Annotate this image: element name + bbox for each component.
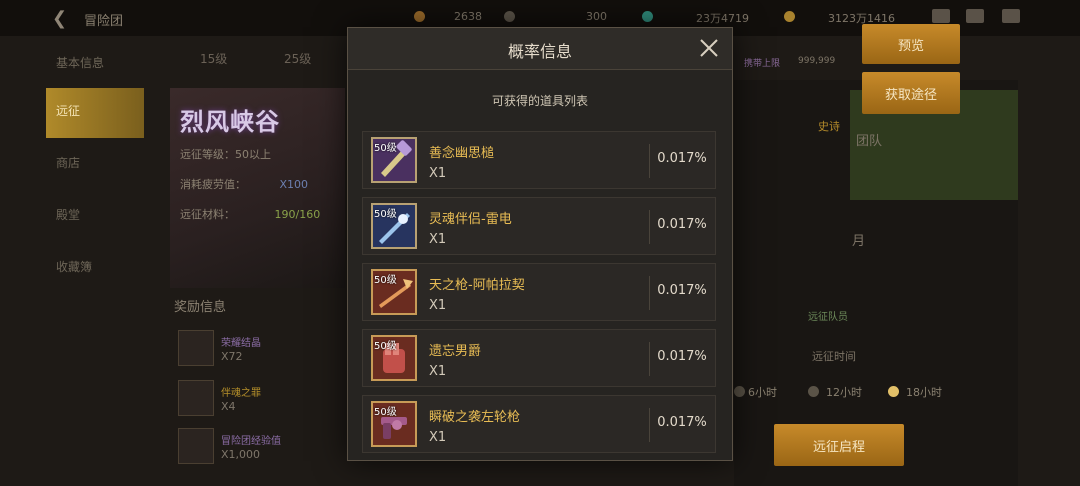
item-rate: 0.017% <box>657 349 707 364</box>
lance-icon: 50级 <box>371 203 417 249</box>
item-quantity: X1 <box>429 364 447 379</box>
obtain-route-button[interactable]: 获取途径 <box>862 72 960 114</box>
time-option-18h: 18小时 <box>906 386 942 399</box>
divider <box>649 210 650 244</box>
cat-icon[interactable] <box>932 9 950 23</box>
item-name: 遗忘男爵 <box>429 344 482 359</box>
divider <box>649 144 650 178</box>
dungeon-name: 烈风峡谷 <box>180 108 280 136</box>
limit-value: 999,999 <box>798 56 836 66</box>
crystal-icon <box>178 330 214 366</box>
item-quantity: X1 <box>429 298 447 313</box>
stage-tab-15[interactable]: 15级 <box>200 50 227 67</box>
item-level: 50级 <box>374 341 397 352</box>
divider <box>649 276 650 310</box>
side-item-collection[interactable]: 收藏簿 <box>46 244 144 294</box>
box-icon <box>178 380 214 416</box>
modal-header: 概率信息 <box>348 28 732 70</box>
fatigue-label: 消耗疲劳值： <box>180 178 246 191</box>
time-option-6h: 6小时 <box>748 386 777 399</box>
resource-2: 300 <box>586 10 607 23</box>
dungeon-fatigue: 消耗疲劳值： X100 <box>180 176 308 192</box>
probability-modal: 概率信息 可获得的道具列表 50级 善念幽思槌 X1 0.017% 50级 灵魂… <box>347 27 733 461</box>
resource-1: 2638 <box>454 10 482 23</box>
reward-count: X4 <box>221 400 236 413</box>
limit-label: 携带上限 <box>744 59 781 69</box>
revolver-icon: 50级 <box>371 401 417 447</box>
chat-icon[interactable] <box>1002 9 1020 23</box>
screen-title: 冒险团 <box>84 14 124 29</box>
reward-name: 冒险团经验值 <box>221 436 281 447</box>
material-value: 190/160 <box>274 208 321 221</box>
item-quantity: X1 <box>429 166 447 181</box>
item-level: 50级 <box>374 143 397 154</box>
start-expedition-button[interactable]: 远征启程 <box>774 424 904 466</box>
item-level: 50级 <box>374 209 397 220</box>
divider <box>649 342 650 376</box>
time-option-12h: 12小时 <box>826 386 862 399</box>
dungeon-material: 远征材料： 190/160 <box>180 206 320 222</box>
reward-count: X1,000 <box>221 448 261 461</box>
side-item-shop[interactable]: 商店 <box>46 140 144 190</box>
item-level: 50级 <box>374 407 397 418</box>
resource-3: 23万4719 <box>696 12 749 25</box>
dungeon-level: 远征等级：50以上 <box>180 148 271 161</box>
time-radio-6h[interactable] <box>734 386 745 397</box>
item-rate: 0.017% <box>657 217 707 232</box>
back-arrow-icon[interactable]: ❮ <box>52 8 67 29</box>
time-radio-18h[interactable] <box>888 386 899 397</box>
side-item-hall[interactable]: 殿堂 <box>46 192 144 242</box>
item-quantity: X1 <box>429 430 447 445</box>
item-rate: 0.017% <box>657 151 707 166</box>
item-name: 灵魂伴侣-雷电 <box>429 212 512 227</box>
item-list[interactable]: 50级 善念幽思槌 X1 0.017% 50级 灵魂伴侣-雷电 X1 0.017… <box>362 131 718 461</box>
list-item[interactable]: 50级 瞬破之袭左轮枪 X1 0.017% <box>362 395 716 453</box>
epic-label: 史诗 <box>818 120 840 133</box>
month-label: 月 <box>852 234 866 249</box>
item-rate: 0.017% <box>657 415 707 430</box>
modal-subtitle: 可获得的道具列表 <box>491 94 588 108</box>
gold-icon <box>784 11 795 22</box>
time-radio-12h[interactable] <box>808 386 819 397</box>
item-name: 天之枪-阿帕拉契 <box>429 278 525 293</box>
list-item[interactable]: 50级 天之枪-阿帕拉契 X1 0.017% <box>362 263 716 321</box>
reward-item[interactable]: 冒险团经验值 X1,000 <box>178 428 298 468</box>
time-title: 远征时间 <box>812 350 856 363</box>
list-item[interactable]: 50级 灵魂伴侣-雷电 X1 0.017% <box>362 197 716 255</box>
item-name: 善念幽思槌 <box>429 146 495 161</box>
preview-button[interactable]: 预览 <box>862 24 960 64</box>
reward-name: 伴魂之罪 <box>221 388 261 399</box>
fatigue-value: X100 <box>279 178 309 191</box>
modal-title: 概率信息 <box>507 42 572 61</box>
divider <box>649 408 650 442</box>
item-rate: 0.017% <box>657 283 707 298</box>
stage-tab-25[interactable]: 25级 <box>284 50 311 67</box>
item-name: 瞬破之袭左轮枪 <box>429 410 521 425</box>
reward-count: X72 <box>221 350 243 363</box>
team-label: 团队 <box>856 134 883 149</box>
close-button[interactable] <box>698 37 720 59</box>
list-item[interactable]: 50级 遗忘男爵 X1 0.017% <box>362 329 716 387</box>
reward-item[interactable]: 伴魂之罪 X4 <box>178 380 298 420</box>
mail-icon[interactable] <box>966 9 984 23</box>
spear-icon: 50级 <box>371 269 417 315</box>
hammer-icon: 50级 <box>371 137 417 183</box>
item-quantity: X1 <box>429 232 447 247</box>
reward-title: 奖励信息 <box>174 300 227 315</box>
material-label: 远征材料： <box>180 208 235 221</box>
coin-icon <box>504 11 515 22</box>
reward-item[interactable]: 荣耀结晶 X72 <box>178 330 298 370</box>
dispatch-label: 远征队员 <box>808 312 848 323</box>
gauntlet-icon: 50级 <box>371 335 417 381</box>
reward-name: 荣耀结晶 <box>221 338 261 349</box>
list-item[interactable]: 50级 善念幽思槌 X1 0.017% <box>362 131 716 189</box>
chest-icon <box>178 428 214 464</box>
gem-icon <box>642 11 653 22</box>
side-item-expedition[interactable]: 远征 <box>46 88 144 138</box>
fatigue-icon <box>414 11 425 22</box>
side-item-basic[interactable]: 基本信息 <box>46 40 144 90</box>
close-icon <box>700 39 718 57</box>
item-level: 50级 <box>374 275 397 286</box>
